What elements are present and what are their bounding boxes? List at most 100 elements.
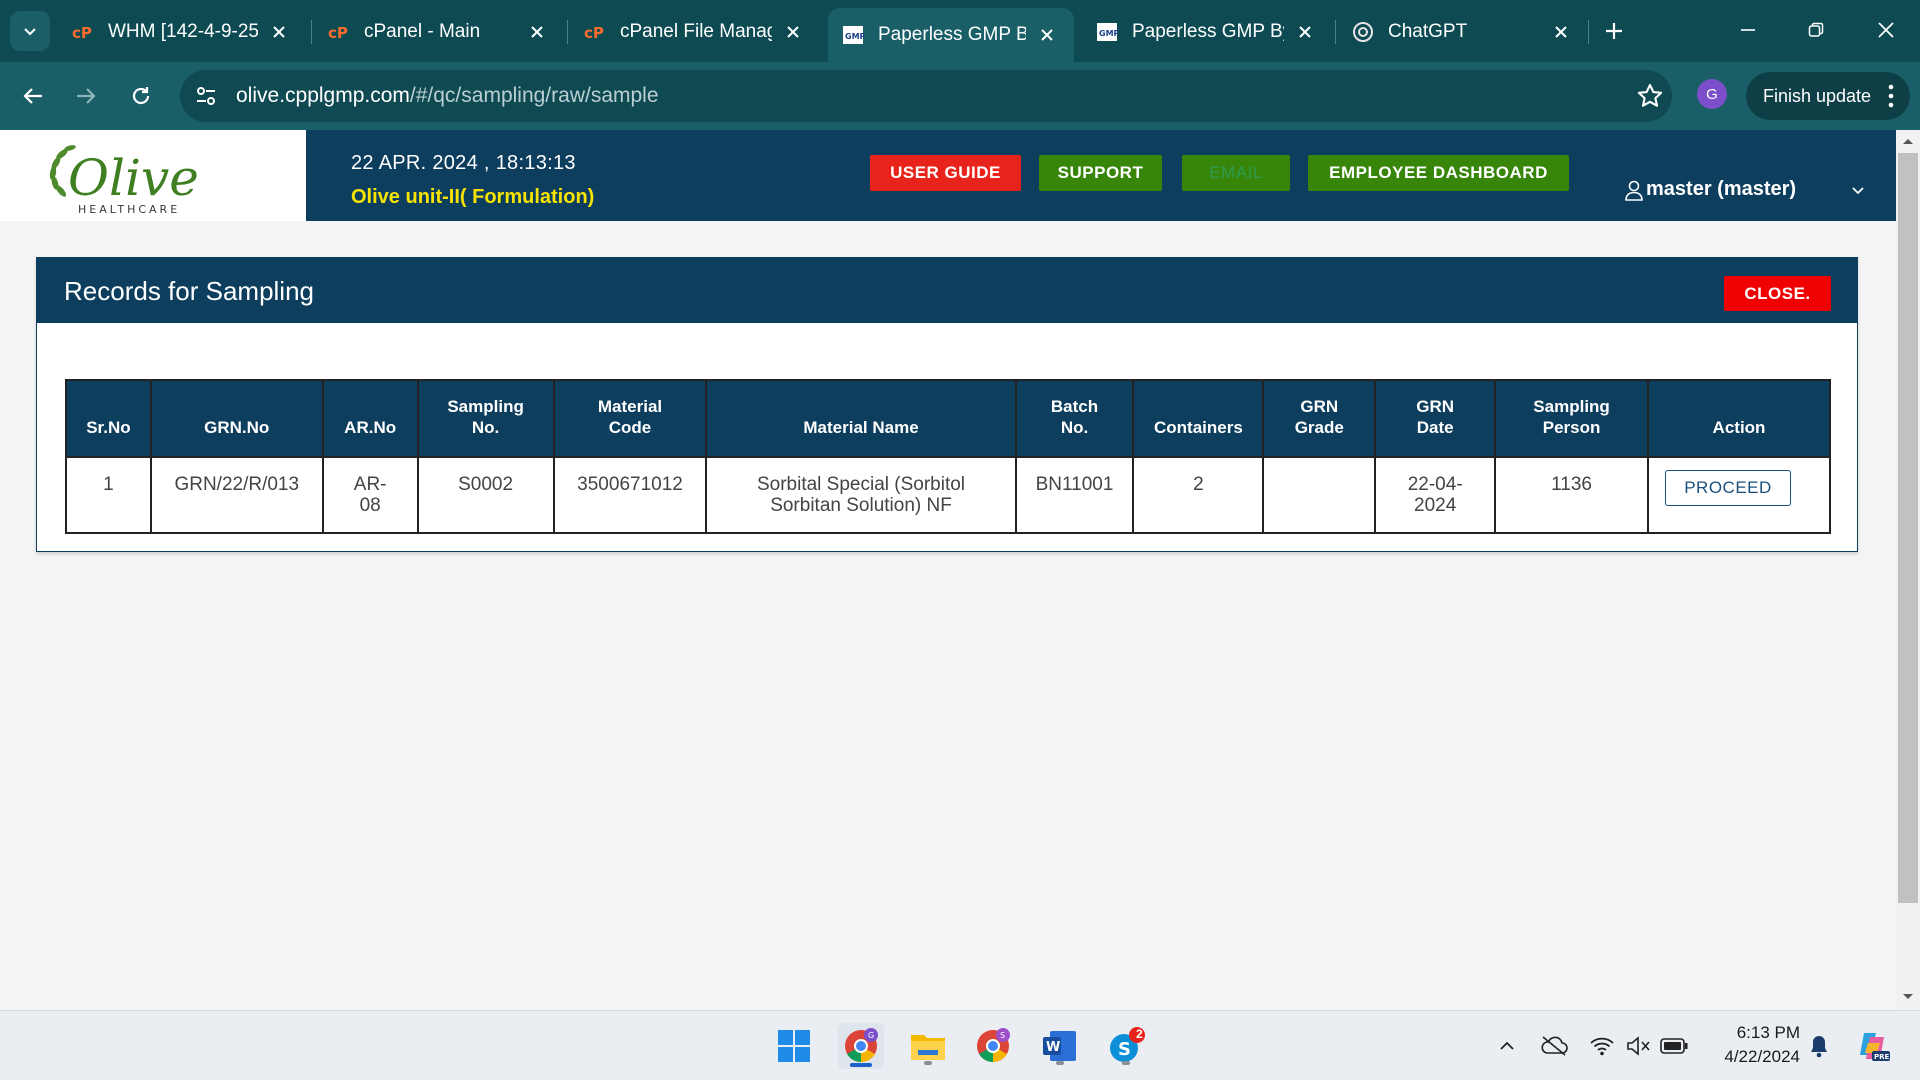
cpanel-icon: cP: [584, 21, 606, 43]
running-indicator: [1122, 1061, 1130, 1065]
user-name: master (master): [1646, 178, 1797, 200]
url-text: olive.cpplgmp.com/#/qc/sampling/raw/samp…: [236, 84, 659, 108]
column-header[interactable]: Batch No.: [1014, 379, 1135, 458]
user-guide-button[interactable]: USER GUIDE: [870, 155, 1021, 191]
notifications-button[interactable]: [1804, 1031, 1834, 1061]
taskbar-file-explorer[interactable]: [905, 1023, 951, 1069]
taskbar-chrome-profile[interactable]: S: [970, 1023, 1016, 1069]
svg-text:cP: cP: [72, 24, 92, 40]
close-window-button[interactable]: [1858, 10, 1914, 50]
svg-text:PRE: PRE: [1874, 1053, 1890, 1061]
svg-text:S: S: [1000, 1031, 1005, 1040]
running-indicator: [924, 1061, 932, 1065]
column-header[interactable]: GRN Grade: [1262, 379, 1377, 458]
records-panel: Records for Sampling CLOSE. Sr.No GRN.No…: [36, 257, 1858, 552]
bell-icon: [1811, 1036, 1827, 1058]
gmp-icon: GMP: [842, 24, 864, 46]
volume-tray[interactable]: [1623, 1031, 1653, 1061]
tab-search-button[interactable]: [10, 11, 50, 51]
arrow-right-icon: [77, 88, 96, 104]
browser-tab-whm[interactable]: cP WHM [142-4-9-25]: [58, 10, 306, 54]
browser-tab-chatgpt[interactable]: ChatGPT: [1338, 10, 1588, 54]
close-tab-icon[interactable]: [1034, 22, 1060, 48]
close-tab-icon[interactable]: [780, 19, 806, 45]
forward-button[interactable]: [66, 76, 106, 116]
site-settings-icon[interactable]: [194, 84, 218, 108]
tab-separator: [1335, 20, 1336, 44]
taskbar-clock[interactable]: 6:13 PM 4/22/2024: [1700, 1021, 1800, 1069]
taskbar-word[interactable]: W: [1037, 1023, 1083, 1069]
close-tab-icon[interactable]: [1292, 19, 1318, 45]
address-bar[interactable]: olive.cpplgmp.com/#/qc/sampling/raw/samp…: [180, 70, 1672, 122]
email-button[interactable]: EMAIL: [1182, 155, 1290, 191]
finish-update-label: Finish update: [1763, 85, 1872, 106]
close-button[interactable]: CLOSE.: [1724, 276, 1831, 311]
column-header[interactable]: Material Code: [552, 379, 708, 458]
profile-avatar[interactable]: G: [1697, 79, 1727, 109]
new-tab-button[interactable]: [1596, 13, 1632, 49]
svg-text:S: S: [1118, 1039, 1131, 1060]
column-header[interactable]: Containers: [1132, 379, 1265, 458]
restore-icon: [1808, 22, 1824, 37]
scroll-up-icon[interactable]: [1896, 132, 1920, 150]
browser-tab-paperless-gmp[interactable]: GMP Paperless GMP By: [1082, 10, 1332, 54]
column-header[interactable]: GRN.No: [149, 379, 324, 458]
support-button[interactable]: SUPPORT: [1039, 155, 1162, 191]
svg-text:G: G: [868, 1031, 874, 1040]
cell-batch-no: BN11001: [1014, 456, 1135, 534]
tab-separator: [311, 20, 312, 44]
close-tab-icon[interactable]: [1548, 19, 1574, 45]
minimize-button[interactable]: [1720, 10, 1776, 50]
close-tab-icon[interactable]: [266, 19, 292, 45]
column-header[interactable]: GRN Date: [1374, 379, 1497, 458]
column-header[interactable]: Sampling Person: [1494, 379, 1649, 458]
network-tray[interactable]: [1587, 1031, 1617, 1061]
browser-tab-strip: cP WHM [142-4-9-25] cP cPanel - Main cP …: [0, 0, 1920, 62]
word-icon: W: [1043, 1031, 1076, 1061]
scrollbar-thumb[interactable]: [1898, 153, 1918, 903]
employee-dashboard-button[interactable]: EMPLOYEE DASHBOARD: [1308, 155, 1569, 191]
column-header[interactable]: Sampling No.: [416, 379, 555, 458]
scroll-down-icon[interactable]: [1896, 988, 1920, 1006]
cell-ar-no: AR-08: [321, 456, 419, 534]
table-row: 1 GRN/22/R/013 AR-08 S0002 3500671012 So…: [65, 456, 1831, 534]
column-header[interactable]: Action: [1647, 379, 1831, 458]
browser-tab-cpanel-file-manager[interactable]: cP cPanel File Manager: [570, 10, 820, 54]
app-header: Olive HEALTHCARE 22 APR. 2024 , 18:13:13…: [0, 130, 1896, 221]
company-logo[interactable]: Olive HEALTHCARE: [0, 130, 306, 221]
proceed-button[interactable]: PROCEED: [1665, 470, 1791, 506]
tab-title: cPanel File Manager: [620, 21, 772, 42]
start-button[interactable]: [771, 1023, 817, 1069]
taskbar-chrome[interactable]: G: [838, 1023, 884, 1069]
copilot-button[interactable]: PRE: [1855, 1028, 1891, 1064]
tab-title: ChatGPT: [1388, 21, 1468, 42]
close-icon: [1878, 22, 1894, 38]
user-menu[interactable]: master (master): [1624, 178, 1796, 201]
finish-update-button[interactable]: Finish update: [1746, 72, 1910, 120]
reload-icon: [132, 87, 150, 105]
chevron-down-icon[interactable]: [1848, 180, 1868, 200]
more-vert-icon: [1888, 84, 1894, 108]
taskbar-skype[interactable]: S 2: [1103, 1023, 1149, 1069]
close-tab-icon[interactable]: [524, 19, 550, 45]
reload-button[interactable]: [121, 76, 161, 116]
browser-tab-paperless-gmp-active[interactable]: GMP Paperless GMP By: [828, 8, 1074, 62]
battery-tray[interactable]: [1659, 1031, 1689, 1061]
bookmark-star-icon[interactable]: [1636, 82, 1664, 110]
user-icon: [1625, 180, 1643, 201]
column-header[interactable]: Material Name: [705, 379, 1017, 458]
show-hidden-icons-button[interactable]: [1492, 1031, 1522, 1061]
column-header[interactable]: AR.No: [321, 379, 419, 458]
svg-text:GMP: GMP: [1099, 29, 1118, 38]
browser-tab-cpanel-main[interactable]: cP cPanel - Main: [314, 10, 564, 54]
clock-time: 6:13 PM: [1736, 1023, 1800, 1042]
back-button[interactable]: [13, 76, 53, 116]
chrome-icon: G: [845, 1028, 878, 1062]
records-table: Sr.No GRN.No AR.No Sampling No. Material…: [65, 379, 1831, 534]
header-datetime: 22 APR. 2024 , 18:13:13: [351, 152, 576, 174]
onedrive-tray[interactable]: [1539, 1031, 1569, 1061]
cell-sampling-person: 1136: [1494, 456, 1649, 534]
restore-button[interactable]: [1788, 10, 1844, 50]
cell-material-code: 3500671012: [552, 456, 708, 534]
column-header[interactable]: Sr.No: [65, 379, 152, 458]
